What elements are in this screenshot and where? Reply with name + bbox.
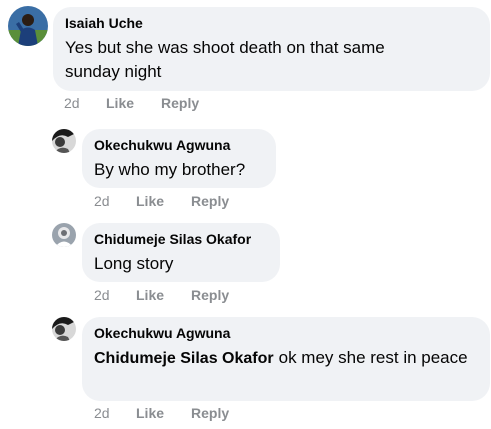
reply-button[interactable]: Reply [191, 405, 229, 421]
comment-author[interactable]: Chidumeje Silas Okafor [94, 231, 251, 247]
profile-photo-icon [52, 317, 76, 341]
comment-actions: 2d Like Reply [94, 193, 294, 211]
comment-text: By who my brother? [94, 160, 246, 179]
like-button[interactable]: Like [136, 287, 164, 303]
comment-bubble: Chidumeje Silas Okafor Long story [82, 223, 280, 282]
reply-button[interactable]: Reply [191, 193, 229, 209]
avatar-okechukwu-agwuna[interactable] [52, 129, 76, 153]
comment-timestamp[interactable]: 2d [94, 193, 110, 209]
comment-author[interactable]: Isaiah Uche [65, 15, 143, 31]
profile-photo-icon [8, 6, 48, 46]
like-button[interactable]: Like [106, 95, 134, 111]
comment-actions: 2d Like Reply [94, 405, 294, 423]
reply-button[interactable]: Reply [161, 95, 199, 111]
avatar-isaiah-uche[interactable] [8, 6, 48, 46]
comment-timestamp[interactable]: 2d [94, 287, 110, 303]
comment-author[interactable]: Okechukwu Agwuna [94, 137, 230, 153]
comment-actions: 2d Like Reply [94, 287, 294, 305]
like-button[interactable]: Like [136, 405, 164, 421]
comment-actions: 2d Like Reply [64, 95, 264, 113]
like-button[interactable]: Like [136, 193, 164, 209]
comment-author[interactable]: Okechukwu Agwuna [94, 325, 230, 341]
comment-timestamp[interactable]: 2d [94, 405, 110, 421]
comment-text: Chidumeje Silas Okafor ok mey she rest in… [94, 346, 474, 371]
reply-button[interactable]: Reply [191, 287, 229, 303]
profile-photo-icon [52, 129, 76, 153]
comment-body: ok mey she rest in peace [278, 348, 468, 367]
avatar-chidumeje-silas-okafor[interactable] [52, 223, 76, 247]
comment-text: Yes but she was shoot death on that same… [65, 38, 385, 81]
comment-bubble: Okechukwu Agwuna By who my brother? [82, 129, 276, 188]
comment-timestamp[interactable]: 2d [64, 95, 80, 111]
mention-link[interactable]: Chidumeje Silas Okafor [94, 350, 274, 367]
comment-bubble: Isaiah Uche Yes but she was shoot death … [53, 7, 490, 91]
profile-photo-icon [52, 223, 76, 247]
comment-bubble: Okechukwu Agwuna Chidumeje Silas Okafor o… [82, 317, 490, 401]
comment-text: Long story [94, 254, 174, 273]
avatar-okechukwu-agwuna[interactable] [52, 317, 76, 341]
